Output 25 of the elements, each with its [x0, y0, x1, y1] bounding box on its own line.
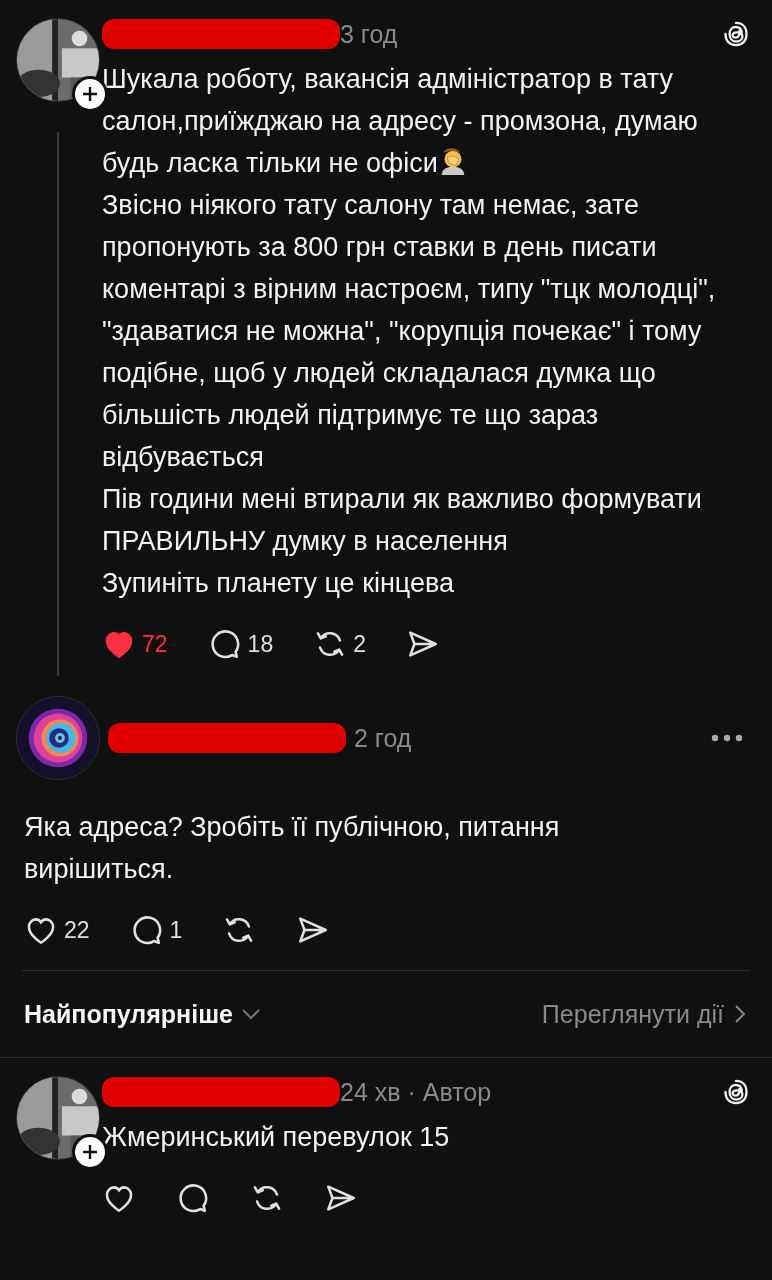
view-activity-link[interactable]: Переглянути дії	[541, 999, 746, 1029]
reply-button[interactable]	[176, 1181, 210, 1215]
plus-icon	[81, 1143, 99, 1161]
post-time: 24 хв · Автор	[340, 1077, 492, 1107]
post-time: 3 год	[340, 19, 398, 49]
repost-button[interactable]: 2	[313, 627, 366, 661]
reply-button[interactable]: 1	[129, 913, 183, 947]
chevron-right-icon	[734, 1004, 746, 1024]
threads-logo-icon	[722, 20, 750, 48]
post-text: Пів години мені втирали як важливо формувати ПРАВИЛЬНУ думку в населення	[102, 483, 703, 558]
post-text: Зупиніть планету це кінцева	[102, 567, 456, 600]
sort-dropdown[interactable]: Найпопулярніше	[24, 999, 261, 1029]
post-text: Яка адреса? Зробіть її публічною, питання вирішиться.	[24, 811, 561, 886]
reply-button[interactable]: 18	[207, 627, 274, 661]
post-time: 2 год	[354, 723, 412, 753]
post-text: Шукала роботу, вакансія адміністратор в тату салон,приїжджаю на адресу - промзона, думаю будь ласка тільки не офіси	[102, 63, 699, 180]
more-icon[interactable]	[710, 733, 744, 743]
like-button[interactable]: 72	[102, 627, 168, 661]
comment-icon	[176, 1181, 210, 1215]
post-text: Звісно ніякого тату салону там немає, зате пропонують за 800 грн ставки в день писати коментарі з вірним настроєм, типу "тцк молодці", "здаватися не можна", "корупція почекає" і тому подібне, щоб у людей складалася думка що більшість людей підтримує те що зараз відбувається	[102, 189, 717, 474]
chevron-down-icon	[240, 1008, 261, 1020]
like-button[interactable]: 22	[24, 913, 90, 947]
post-text: Жмеринський перевулок 15	[102, 1121, 451, 1154]
threads-logo-icon	[722, 1078, 750, 1106]
plus-icon	[81, 85, 99, 103]
